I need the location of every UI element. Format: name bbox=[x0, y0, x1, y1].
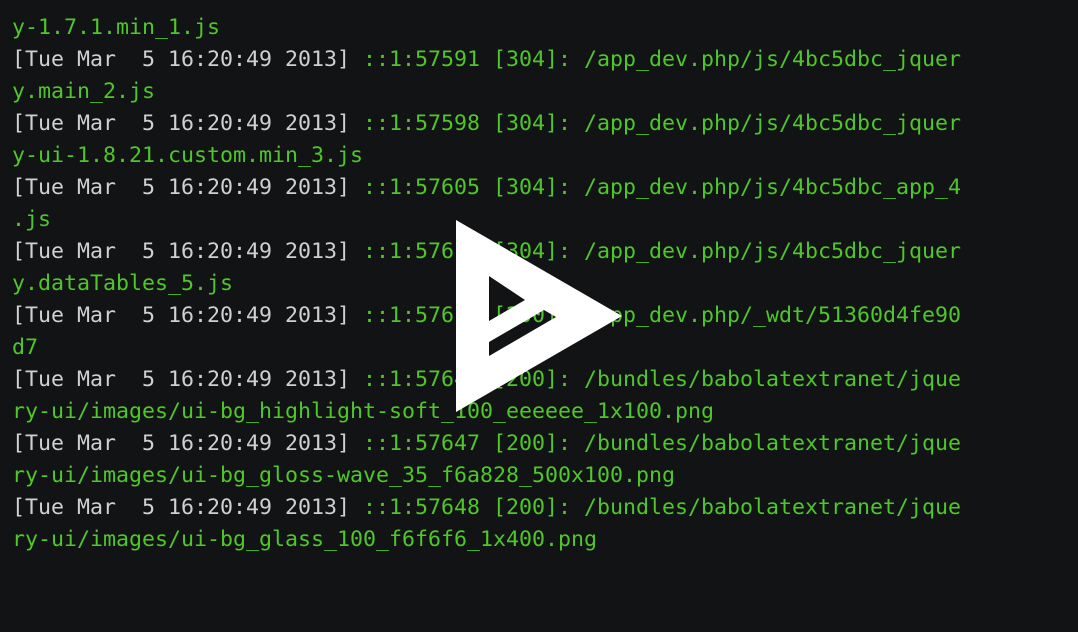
log-text: y-ui-1.8.21.custom.min_3.js bbox=[12, 143, 364, 168]
log-timestamp: [Tue Mar 5 16:20:49 2013] bbox=[12, 431, 364, 456]
log-text: ::1:57598 [304]: /app_dev.php/js/4bc5dbc… bbox=[363, 111, 962, 136]
log-line: y-1.7.1.min_1.js bbox=[12, 12, 1078, 44]
log-text: y-1.7.1.min_1.js bbox=[12, 15, 221, 40]
log-timestamp: [Tue Mar 5 16:20:49 2013] bbox=[12, 47, 364, 72]
log-line: [Tue Mar 5 16:20:49 2013] ::1:57647 [200… bbox=[12, 428, 1078, 460]
log-text: y.main_2.js bbox=[12, 79, 156, 104]
log-timestamp: [Tue Mar 5 16:20:49 2013] bbox=[12, 495, 364, 520]
log-text: d7 bbox=[12, 335, 39, 360]
log-line: [Tue Mar 5 16:20:49 2013] ::1:57648 [200… bbox=[12, 492, 1078, 524]
log-text: y.dataTables_5.js bbox=[12, 271, 234, 296]
log-timestamp: [Tue Mar 5 16:20:49 2013] bbox=[12, 175, 364, 200]
log-text: .js bbox=[12, 207, 52, 232]
log-text: ::1:57605 [304]: /app_dev.php/js/4bc5dbc… bbox=[363, 175, 962, 200]
play-icon[interactable] bbox=[452, 218, 627, 414]
log-line: [Tue Mar 5 16:20:49 2013] ::1:57605 [304… bbox=[12, 172, 1078, 204]
log-line: y-ui-1.8.21.custom.min_3.js bbox=[12, 140, 1078, 172]
log-timestamp: [Tue Mar 5 16:20:49 2013] bbox=[12, 111, 364, 136]
log-timestamp: [Tue Mar 5 16:20:49 2013] bbox=[12, 367, 364, 392]
log-line: y.main_2.js bbox=[12, 76, 1078, 108]
terminal-output: y-1.7.1.min_1.js [Tue Mar 5 16:20:49 201… bbox=[0, 0, 1078, 632]
log-line: [Tue Mar 5 16:20:49 2013] ::1:57591 [304… bbox=[12, 44, 1078, 76]
log-timestamp: [Tue Mar 5 16:20:49 2013] bbox=[12, 239, 364, 264]
log-text: ry-ui/images/ui-bg_glass_100_f6f6f6_1x40… bbox=[12, 527, 598, 552]
log-text: ::1:57648 [200]: /bundles/babolatextrane… bbox=[363, 495, 962, 520]
log-line: [Tue Mar 5 16:20:49 2013] ::1:57598 [304… bbox=[12, 108, 1078, 140]
log-text: ::1:57591 [304]: /app_dev.php/js/4bc5dbc… bbox=[363, 47, 962, 72]
log-text: ry-ui/images/ui-bg_gloss-wave_35_f6a828_… bbox=[12, 463, 676, 488]
log-text: ::1:57647 [200]: /bundles/babolatextrane… bbox=[363, 431, 962, 456]
log-line: ry-ui/images/ui-bg_gloss-wave_35_f6a828_… bbox=[12, 460, 1078, 492]
log-timestamp: [Tue Mar 5 16:20:49 2013] bbox=[12, 303, 364, 328]
log-line: ry-ui/images/ui-bg_glass_100_f6f6f6_1x40… bbox=[12, 524, 1078, 556]
